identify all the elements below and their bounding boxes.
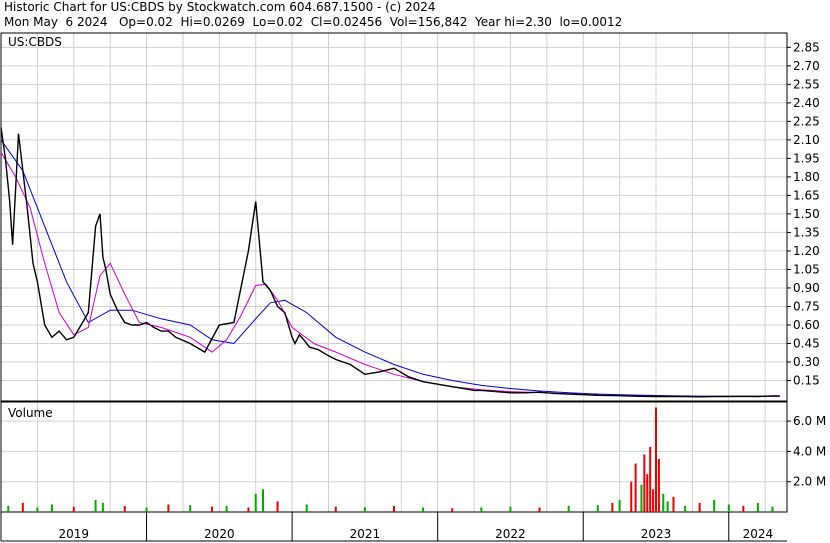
volume-bar (662, 493, 665, 512)
volume-bar (666, 501, 669, 512)
volume-bar (123, 505, 126, 512)
volume-bar (101, 502, 104, 512)
volume-bar (538, 507, 541, 512)
price-lines (0, 127, 780, 398)
volume-bar (713, 499, 716, 512)
volume-bar (655, 407, 657, 512)
x-axis: 2019 2020 2021 2022 2023 2024 (0, 512, 787, 542)
y-tick-label: 2.25 (793, 114, 820, 128)
volume-bar (393, 505, 395, 512)
volume-bar (630, 481, 633, 512)
x-tick-label: 2023 (641, 527, 672, 541)
volume-bar (611, 502, 614, 512)
y-tick-label: 1.95 (793, 151, 820, 165)
volume-bar (36, 507, 39, 512)
volume-bar (742, 505, 745, 512)
volume-bar (698, 502, 701, 512)
price-panel-title: US:CBDS (8, 35, 62, 49)
volume-tick-label: 4.0 M (793, 444, 826, 458)
volume-bar (596, 505, 599, 512)
volume-bar (672, 496, 675, 512)
volume-bar (640, 484, 643, 512)
volume-bar (652, 489, 655, 512)
volume-bar (72, 506, 75, 512)
volume-bar (262, 489, 264, 512)
volume-bar (567, 505, 570, 512)
y-tick-label: 2.40 (793, 96, 820, 110)
volume-panel-title: Volume (8, 406, 53, 420)
price-panel-frame (0, 32, 788, 402)
volume-bar (363, 507, 366, 512)
x-tick-label: 2022 (495, 527, 526, 541)
volume-tick-label: 6.0 M (793, 414, 826, 428)
volume-bar (634, 463, 637, 512)
y-tick-label: 1.05 (793, 262, 820, 276)
volume-panel-frame (0, 401, 788, 513)
volume-bar (646, 474, 649, 512)
volume-bar (649, 446, 652, 512)
x-tick-label: 2021 (350, 527, 381, 541)
y-tick-label: 0.30 (793, 355, 820, 369)
volume-bars (7, 407, 774, 512)
x-tick-label: 2024 (743, 527, 774, 541)
volume-bar (254, 493, 257, 512)
volume-bar (509, 506, 512, 512)
ma-short-line (0, 151, 780, 397)
y-tick-label: 0.60 (793, 318, 820, 332)
volume-bar (771, 506, 774, 512)
price-y-axis: 0.15 0.30 0.45 0.60 0.75 0.90 1.05 1.20 1.35 1.50… (787, 40, 820, 387)
volume-bar (247, 507, 250, 512)
y-tick-label: 1.20 (793, 244, 820, 258)
volume-bar (21, 502, 24, 512)
y-tick-label: 0.90 (793, 281, 820, 295)
volume-bar (7, 505, 10, 512)
y-tick-label: 2.85 (793, 40, 820, 54)
y-tick-label: 0.75 (793, 299, 820, 313)
volume-bar (451, 508, 454, 512)
volume-bar (334, 506, 337, 512)
volume-bar (480, 507, 483, 512)
volume-bar (305, 504, 308, 512)
volume-bar (422, 507, 425, 512)
volume-bar (50, 504, 53, 512)
volume-bar (618, 499, 621, 512)
volume-bar (684, 505, 687, 512)
volume-bar (727, 504, 730, 512)
volume-bar (643, 454, 646, 512)
volume-bar (225, 505, 228, 512)
price-line (0, 127, 780, 398)
volume-bar (189, 505, 192, 512)
x-tick-label: 2020 (204, 527, 235, 541)
y-tick-label: 0.15 (793, 373, 820, 387)
x-tick-label: 2019 (59, 527, 90, 541)
y-tick-label: 0.45 (793, 336, 820, 350)
y-tick-label: 1.65 (793, 188, 820, 202)
volume-bar (94, 499, 97, 512)
volume-bar (657, 459, 660, 512)
volume-bar (276, 501, 279, 512)
volume-y-axis: 2.0 M 4.0 M 6.0 M (787, 414, 826, 489)
volume-bar (145, 507, 148, 512)
y-tick-label: 1.50 (793, 207, 820, 221)
volume-tick-label: 2.0 M (793, 475, 826, 489)
y-tick-label: 2.55 (793, 77, 820, 91)
chart-grid (0, 33, 787, 512)
y-tick-label: 1.35 (793, 225, 820, 239)
stock-chart: US:CBDS Volume 0.15 0.30 0.45 0.60 0.75 0.90 1… (0, 32, 826, 542)
volume-bar (756, 502, 759, 512)
volume-bar (211, 506, 214, 512)
y-tick-label: 2.70 (793, 59, 820, 73)
ma-long-line (0, 139, 780, 397)
volume-bar (167, 504, 170, 512)
y-tick-label: 2.10 (793, 133, 820, 147)
y-tick-label: 1.80 (793, 170, 820, 184)
